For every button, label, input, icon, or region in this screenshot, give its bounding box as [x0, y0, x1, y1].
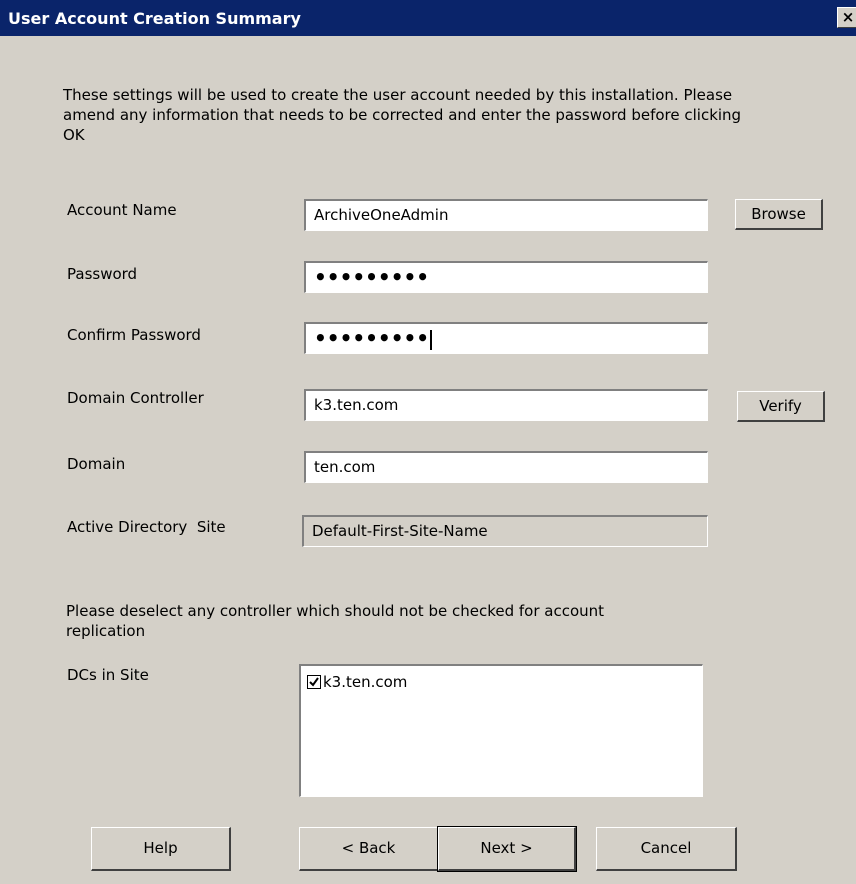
password-value: ••••••••• [314, 265, 430, 289]
verify-button[interactable]: Verify [737, 391, 825, 422]
dcs-listbox[interactable]: k3.ten.com [299, 664, 703, 797]
close-icon: × [841, 8, 855, 26]
ad-site-value: Default-First-Site-Name [312, 522, 488, 540]
title-bar[interactable]: User Account Creation Summary × [0, 0, 856, 36]
confirm-password-field[interactable]: ••••••••• [304, 322, 708, 354]
back-button[interactable]: < Back [299, 827, 439, 871]
intro-text: These settings will be used to create th… [63, 86, 742, 144]
dc-item-label: k3.ten.com [323, 673, 408, 691]
cancel-button[interactable]: Cancel [596, 827, 737, 871]
dcs-in-site-label: DCs in Site [67, 666, 149, 684]
window-title: User Account Creation Summary [8, 9, 301, 28]
account-name-value: ArchiveOneAdmin [314, 206, 449, 224]
help-button[interactable]: Help [91, 827, 231, 871]
domain-controller-value: k3.ten.com [314, 396, 399, 414]
password-label: Password [67, 265, 138, 283]
dc-checkbox[interactable] [307, 675, 321, 689]
confirm-password-label: Confirm Password [67, 326, 201, 344]
ad-site-field: Default-First-Site-Name [302, 515, 708, 547]
close-button[interactable]: × [837, 7, 856, 28]
domain-label: Domain [67, 455, 126, 473]
confirm-password-value: ••••••••• [314, 326, 430, 350]
ad-site-label: Active Directory Site [67, 518, 226, 536]
domain-field[interactable]: ten.com [304, 451, 708, 483]
browse-button[interactable]: Browse [735, 199, 823, 230]
checkmark-icon [309, 677, 319, 687]
account-name-label: Account Name [67, 201, 177, 219]
domain-value: ten.com [314, 458, 376, 476]
account-name-field[interactable]: ArchiveOneAdmin [304, 199, 708, 231]
domain-controller-field[interactable]: k3.ten.com [304, 389, 708, 421]
text-caret [430, 329, 433, 350]
next-button[interactable]: Next > [437, 826, 577, 872]
dialog-window: User Account Creation Summary × These se… [0, 0, 856, 884]
password-field[interactable]: ••••••••• [304, 261, 708, 293]
domain-controller-label: Domain Controller [67, 389, 204, 407]
replication-instructions: Please deselect any controller which sho… [66, 602, 605, 640]
